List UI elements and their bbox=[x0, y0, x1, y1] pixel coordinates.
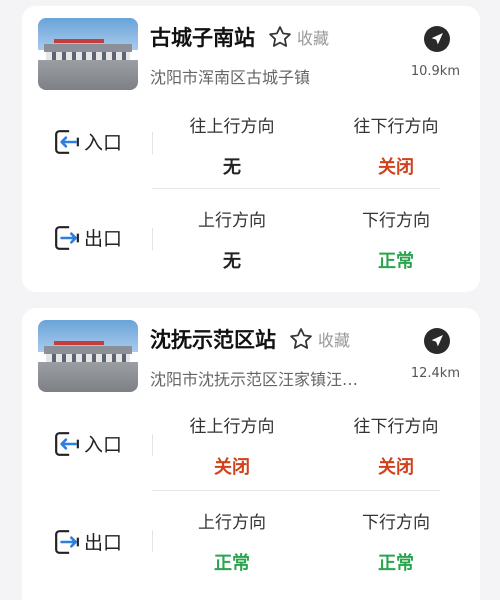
station-address: 沈阳市浑南区古城子镇 bbox=[150, 68, 311, 87]
status-badge: 正常 bbox=[378, 553, 414, 574]
favorite-button[interactable]: 收藏 bbox=[318, 327, 350, 351]
exit-up-column: 上行方向 无 bbox=[172, 206, 292, 273]
direction-label: 上行方向 bbox=[198, 513, 266, 533]
status-badge: 无 bbox=[223, 157, 241, 178]
station-photo bbox=[38, 18, 138, 90]
exit-row-label: 出口 bbox=[54, 224, 122, 251]
station-photo bbox=[38, 320, 138, 392]
divider bbox=[152, 188, 440, 189]
exit-up-column: 上行方向 正常 bbox=[172, 508, 292, 575]
status-badge: 无 bbox=[223, 251, 241, 272]
favorite-button[interactable]: 收藏 bbox=[297, 25, 329, 49]
entrance-icon bbox=[55, 430, 80, 457]
status-badge: 正常 bbox=[378, 251, 414, 272]
station-name: 古城子南站 bbox=[150, 26, 255, 50]
entrance-row-label: 入口 bbox=[54, 128, 122, 155]
direction-label: 往上行方向 bbox=[189, 417, 275, 437]
status-badge: 关闭 bbox=[378, 457, 414, 478]
station-card[interactable]: 沈抚示范区站 收藏 沈阳市沈抚示范区汪家镇汪… 12.4km 入口 往上行方向 … bbox=[22, 308, 480, 600]
exit-icon bbox=[55, 224, 80, 251]
entrance-label: 入口 bbox=[84, 132, 123, 154]
exit-icon bbox=[55, 528, 80, 555]
exit-down-column: 下行方向 正常 bbox=[336, 206, 456, 273]
station-card[interactable]: 古城子南站 收藏 沈阳市浑南区古城子镇 10.9km 入口 往上行方向 无 往下… bbox=[22, 6, 480, 292]
divider bbox=[152, 434, 153, 456]
direction-label: 往上行方向 bbox=[189, 117, 275, 137]
station-address: 沈阳市沈抚示范区汪家镇汪… bbox=[150, 370, 359, 389]
direction-label: 往下行方向 bbox=[353, 117, 439, 137]
entrance-down-column: 往下行方向 关闭 bbox=[336, 112, 456, 179]
direction-label: 下行方向 bbox=[362, 211, 430, 231]
station-distance: 12.4km bbox=[410, 366, 460, 381]
entrance-up-column: 往上行方向 无 bbox=[172, 112, 292, 179]
navigate-icon[interactable] bbox=[424, 328, 450, 354]
status-badge: 正常 bbox=[214, 553, 250, 574]
entrance-down-column: 往下行方向 关闭 bbox=[336, 412, 456, 479]
star-icon[interactable] bbox=[267, 24, 293, 50]
divider bbox=[152, 530, 153, 552]
divider bbox=[152, 490, 440, 491]
station-name: 沈抚示范区站 bbox=[150, 328, 276, 352]
exit-down-column: 下行方向 正常 bbox=[336, 508, 456, 575]
star-icon[interactable] bbox=[288, 326, 314, 352]
divider bbox=[152, 132, 153, 154]
exit-label: 出口 bbox=[84, 532, 123, 554]
exit-label: 出口 bbox=[84, 228, 123, 250]
status-badge: 关闭 bbox=[378, 157, 414, 178]
divider bbox=[152, 228, 153, 250]
exit-row-label: 出口 bbox=[54, 528, 122, 555]
entrance-up-column: 往上行方向 关闭 bbox=[172, 412, 292, 479]
status-badge: 关闭 bbox=[214, 457, 250, 478]
navigate-icon[interactable] bbox=[424, 26, 450, 52]
entrance-icon bbox=[55, 128, 80, 155]
direction-label: 往下行方向 bbox=[353, 417, 439, 437]
direction-label: 下行方向 bbox=[362, 513, 430, 533]
station-distance: 10.9km bbox=[410, 64, 460, 79]
entrance-label: 入口 bbox=[84, 434, 123, 456]
entrance-row-label: 入口 bbox=[54, 430, 122, 457]
direction-label: 上行方向 bbox=[198, 211, 266, 231]
